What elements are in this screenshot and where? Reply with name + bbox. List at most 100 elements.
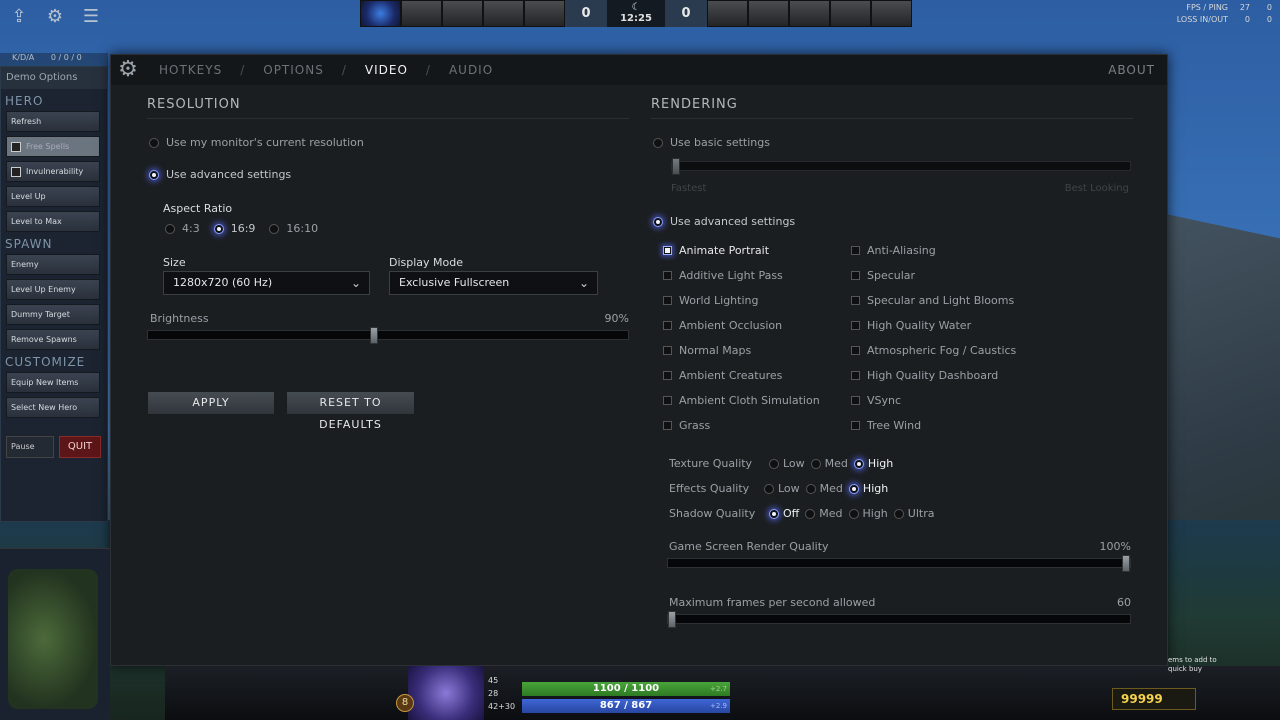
dire-hero-slot[interactable] [707, 0, 748, 27]
use-basic-rendering-option[interactable]: Use basic settings [653, 136, 770, 149]
specular-checkbox[interactable] [851, 271, 860, 280]
fog-caustics-option[interactable]: Atmospheric Fog / Caustics [851, 344, 1016, 357]
ambient-occlusion-option[interactable]: Ambient Occlusion [663, 319, 782, 332]
gold-counter[interactable]: 99999 [1112, 688, 1196, 710]
radiant-hero-slot[interactable] [401, 0, 442, 27]
texture-med-radio[interactable] [810, 458, 821, 469]
specular-option[interactable]: Specular [851, 269, 915, 282]
dire-hero-slot[interactable] [871, 0, 912, 27]
effects-med-radio[interactable] [805, 483, 816, 494]
hq-water-option[interactable]: High Quality Water [851, 319, 971, 332]
hq-dashboard-checkbox[interactable] [851, 371, 860, 380]
world-lighting-checkbox[interactable] [663, 296, 672, 305]
texture-high-radio[interactable] [853, 458, 864, 469]
gear-icon[interactable]: ⚙ [44, 6, 66, 28]
specular-blooms-checkbox[interactable] [851, 296, 860, 305]
upload-icon[interactable]: ⇪ [8, 6, 30, 28]
vsync-checkbox[interactable] [851, 396, 860, 405]
anti-aliasing-checkbox[interactable] [851, 246, 860, 255]
dire-hero-slot[interactable] [748, 0, 789, 27]
shadow-med-radio[interactable] [805, 508, 816, 519]
about-link[interactable]: ABOUT [1108, 63, 1155, 77]
tab-options[interactable]: OPTIONS [263, 63, 324, 77]
grass-checkbox[interactable] [663, 421, 672, 430]
radiant-hero-slot[interactable] [524, 0, 565, 27]
select-hero-button[interactable]: Select New Hero [6, 397, 100, 418]
aspect-4-3-radio[interactable] [165, 223, 175, 234]
dire-hero-slot[interactable] [789, 0, 830, 27]
basic-quality-slider[interactable] [671, 158, 1131, 175]
apply-button[interactable]: APPLY [147, 391, 275, 415]
tab-video[interactable]: VIDEO [365, 63, 408, 77]
shadow-off-radio[interactable] [769, 508, 779, 519]
render-quality-slider[interactable] [667, 555, 1131, 572]
shadow-high-option[interactable]: High [848, 507, 888, 520]
effects-low-radio[interactable] [764, 483, 774, 494]
max-fps-slider[interactable] [667, 611, 1131, 628]
anti-aliasing-option[interactable]: Anti-Aliasing [851, 244, 936, 257]
dire-hero-slot[interactable] [830, 0, 871, 27]
pause-button[interactable]: Pause [6, 436, 54, 458]
ambient-cloth-option[interactable]: Ambient Cloth Simulation [663, 394, 820, 407]
hero-portrait[interactable] [408, 666, 484, 720]
use-advanced-rendering-radio[interactable] [653, 216, 663, 227]
shadow-med-option[interactable]: Med [805, 507, 843, 520]
free-spells-toggle[interactable]: Free Spells [6, 136, 100, 157]
radiant-hero-slot[interactable] [360, 0, 401, 27]
spawn-enemy-button[interactable]: Enemy [6, 254, 100, 275]
use-advanced-rendering-option[interactable]: Use advanced settings [653, 215, 795, 228]
shadow-ultra-radio[interactable] [893, 508, 904, 519]
level-max-button[interactable]: Level to Max [6, 211, 100, 232]
menu-icon[interactable]: ☰ [80, 6, 102, 28]
aspect-4-3-option[interactable]: 4:3 [165, 222, 200, 235]
use-advanced-radio[interactable] [149, 169, 159, 180]
equip-items-button[interactable]: Equip New Items [6, 372, 100, 393]
hq-dashboard-option[interactable]: High Quality Dashboard [851, 369, 998, 382]
specular-blooms-option[interactable]: Specular and Light Blooms [851, 294, 1014, 307]
size-dropdown[interactable]: 1280x720 (60 Hz) ⌄ [163, 271, 370, 295]
texture-high-option[interactable]: High [853, 457, 893, 470]
world-lighting-option[interactable]: World Lighting [663, 294, 758, 307]
grass-option[interactable]: Grass [663, 419, 710, 432]
texture-med-option[interactable]: Med [810, 457, 848, 470]
aspect-16-9-option[interactable]: 16:9 [213, 222, 255, 235]
aspect-16-10-option[interactable]: 16:10 [269, 222, 318, 235]
ambient-creatures-option[interactable]: Ambient Creatures [663, 369, 782, 382]
use-monitor-radio[interactable] [149, 137, 159, 148]
hq-water-checkbox[interactable] [851, 321, 860, 330]
tab-hotkeys[interactable]: HOTKEYS [159, 63, 222, 77]
dummy-target-button[interactable]: Dummy Target [6, 304, 100, 325]
effects-low-option[interactable]: Low [764, 482, 800, 495]
animate-portrait-checkbox[interactable] [663, 246, 672, 255]
fog-caustics-checkbox[interactable] [851, 346, 860, 355]
texture-low-option[interactable]: Low [769, 457, 805, 470]
effects-med-option[interactable]: Med [805, 482, 843, 495]
render-quality-slider-thumb[interactable] [1122, 555, 1130, 572]
shadow-off-option[interactable]: Off [769, 507, 799, 520]
aspect-16-10-radio[interactable] [269, 223, 280, 234]
brightness-slider-thumb[interactable] [370, 327, 378, 344]
animate-portrait-option[interactable]: Animate Portrait [663, 244, 769, 257]
remove-spawns-button[interactable]: Remove Spawns [6, 329, 100, 350]
ambient-creatures-checkbox[interactable] [663, 371, 672, 380]
max-fps-slider-thumb[interactable] [668, 611, 676, 628]
radiant-hero-slot[interactable] [483, 0, 524, 27]
free-spells-checkbox[interactable] [11, 141, 21, 152]
level-up-enemy-button[interactable]: Level Up Enemy [6, 279, 100, 300]
normal-maps-option[interactable]: Normal Maps [663, 344, 751, 357]
basic-quality-slider-thumb[interactable] [672, 158, 680, 175]
minimap[interactable] [0, 548, 110, 720]
normal-maps-checkbox[interactable] [663, 346, 672, 355]
effects-high-option[interactable]: High [848, 482, 888, 495]
quit-button[interactable]: QUIT [59, 436, 101, 458]
brightness-slider[interactable] [147, 327, 629, 344]
reset-defaults-button[interactable]: RESET TO DEFAULTS [286, 391, 415, 431]
use-advanced-resolution-option[interactable]: Use advanced settings [149, 168, 291, 181]
texture-low-radio[interactable] [769, 458, 779, 469]
use-basic-radio[interactable] [653, 137, 663, 148]
shadow-ultra-option[interactable]: Ultra [893, 507, 934, 520]
aspect-16-9-radio[interactable] [213, 223, 224, 234]
display-mode-dropdown[interactable]: Exclusive Fullscreen ⌄ [389, 271, 598, 295]
tree-wind-option[interactable]: Tree Wind [851, 419, 921, 432]
refresh-button[interactable]: Refresh [6, 111, 100, 132]
